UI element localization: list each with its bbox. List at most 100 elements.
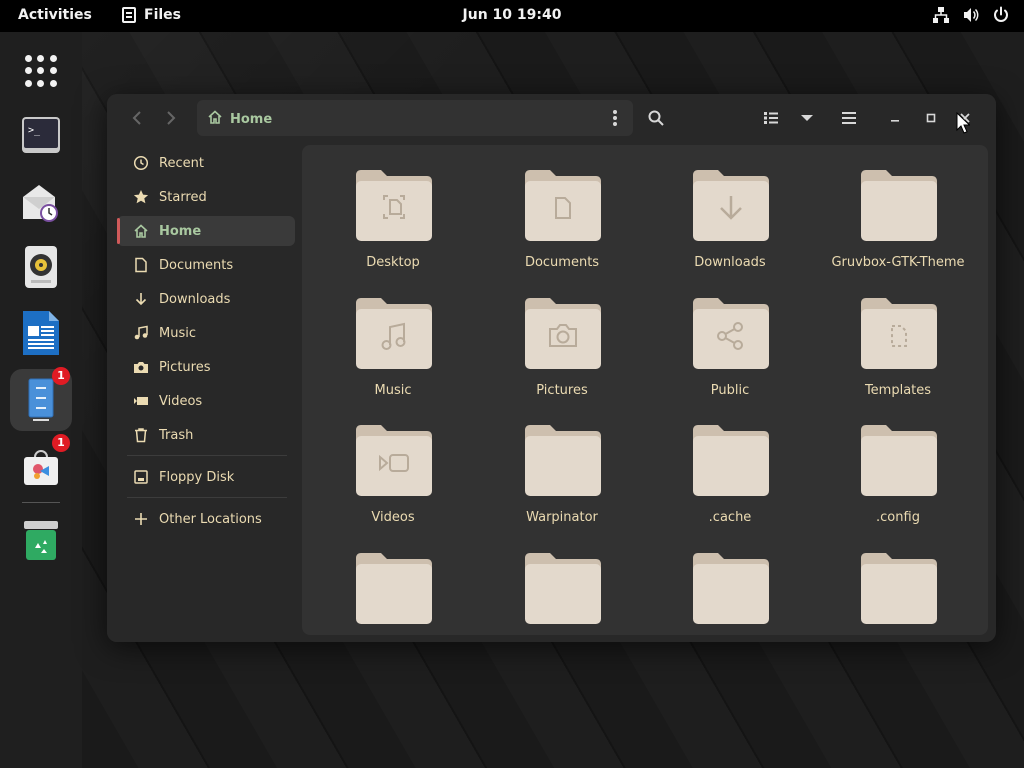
terminal-icon[interactable]: >_ xyxy=(10,104,72,166)
dock-separator xyxy=(22,502,60,503)
document-icon xyxy=(133,257,149,273)
maximize-icon[interactable] xyxy=(919,106,943,130)
back-button[interactable] xyxy=(125,106,149,130)
path-bar[interactable]: Home xyxy=(197,100,633,136)
folder-label: .config xyxy=(876,510,920,525)
folder-icon xyxy=(861,298,937,369)
sidebar-item-downloads[interactable]: Downloads xyxy=(117,284,295,314)
download-icon xyxy=(133,291,149,307)
video-icon xyxy=(133,393,149,409)
sidebar-item-documents[interactable]: Documents xyxy=(117,250,295,280)
file-grid: Desktop Documents Downloads Gruvbox-GTK-The… xyxy=(302,145,988,635)
folder-item[interactable]: Pictures xyxy=(487,273,637,398)
star-icon xyxy=(133,189,149,205)
folder-icon xyxy=(525,553,601,624)
camera-icon xyxy=(133,359,149,375)
folder-item[interactable]: Downloads xyxy=(655,145,805,270)
path-menu-icon[interactable] xyxy=(607,109,623,127)
folder-label: Pictures xyxy=(536,383,588,398)
trash-dock-icon[interactable] xyxy=(10,510,72,572)
sidebar-item-label: Downloads xyxy=(159,291,231,307)
view-options-chevron-icon[interactable] xyxy=(795,106,819,130)
sidebar-item-label: Music xyxy=(159,325,196,341)
sidebar-item-home[interactable]: Home xyxy=(117,216,295,246)
folder-icon xyxy=(693,425,769,496)
list-view-icon[interactable] xyxy=(759,106,783,130)
app-grid-icon[interactable] xyxy=(10,40,72,102)
folder-item[interactable] xyxy=(487,528,637,635)
folder-label: Desktop xyxy=(366,255,420,270)
sidebar-item-label: Recent xyxy=(159,155,204,171)
sidebar-item-floppy-disk[interactable]: Floppy Disk xyxy=(117,462,295,492)
sidebar-separator xyxy=(127,497,287,498)
system-tray[interactable] xyxy=(932,6,1010,24)
sidebar-item-label: Videos xyxy=(159,393,203,409)
folder-icon xyxy=(356,298,432,369)
files-window: Home Recent Starred Home Documents Downl… xyxy=(107,94,996,642)
sidebar-item-starred[interactable]: Starred xyxy=(117,182,295,212)
folder-item[interactable]: Music xyxy=(318,273,468,398)
sidebar-item-label: Documents xyxy=(159,257,234,273)
folder-item[interactable] xyxy=(823,528,973,635)
sidebar-item-label: Trash xyxy=(159,427,194,443)
files-icon[interactable]: 1 xyxy=(10,367,72,431)
home-icon xyxy=(207,109,223,129)
folder-icon xyxy=(861,425,937,496)
folder-item[interactable]: .config xyxy=(823,400,973,525)
sidebar-item-other-locations[interactable]: Other Locations xyxy=(117,504,295,534)
files-badge: 1 xyxy=(52,367,70,385)
folder-icon xyxy=(693,170,769,241)
network-icon[interactable] xyxy=(932,6,950,24)
svg-text:>_: >_ xyxy=(28,125,41,136)
sidebar-item-music[interactable]: Music xyxy=(117,318,295,348)
folder-icon xyxy=(693,553,769,624)
sidebar-item-recent[interactable]: Recent xyxy=(117,148,295,178)
folder-item[interactable]: Public xyxy=(655,273,805,398)
plus-icon xyxy=(133,511,149,527)
hamburger-menu-icon[interactable] xyxy=(837,106,861,130)
search-icon[interactable] xyxy=(644,106,668,130)
folder-item[interactable]: Warpinator xyxy=(487,400,637,525)
folder-label: Public xyxy=(710,383,750,398)
clock[interactable]: Jun 10 19:40 xyxy=(0,7,1024,23)
folder-item[interactable]: Gruvbox-GTK-Theme xyxy=(823,145,973,270)
dock: >_ 1 1 xyxy=(0,32,82,768)
folder-label: Music xyxy=(374,383,412,398)
sidebar-item-trash[interactable]: Trash xyxy=(117,420,295,450)
folder-item[interactable] xyxy=(318,528,468,635)
folder-item[interactable]: Videos xyxy=(318,400,468,525)
sidebar-item-label: Pictures xyxy=(159,359,211,375)
folder-label: Documents xyxy=(524,255,600,270)
software-store-icon[interactable]: 1 xyxy=(10,434,72,498)
sidebar-separator xyxy=(127,455,287,456)
breadcrumb[interactable]: Home xyxy=(207,109,272,129)
top-bar: Activities Files Jun 10 19:40 xyxy=(0,0,1024,32)
sidebar-item-label: Home xyxy=(159,223,202,239)
sidebar-item-videos[interactable]: Videos xyxy=(117,386,295,416)
folder-item[interactable]: .cache xyxy=(655,400,805,525)
sidebar-item-label: Starred xyxy=(159,189,207,205)
folder-item[interactable]: Documents xyxy=(487,145,637,270)
writer-document-icon[interactable] xyxy=(10,302,72,364)
folder-label: .cache xyxy=(708,510,752,525)
music-icon xyxy=(133,325,149,341)
header-bar: Home xyxy=(107,94,996,142)
folder-icon xyxy=(356,170,432,241)
power-icon[interactable] xyxy=(992,6,1010,24)
folder-icon xyxy=(861,553,937,624)
forward-button[interactable] xyxy=(159,106,183,130)
clock-icon xyxy=(133,155,149,171)
folder-icon xyxy=(356,553,432,624)
folder-item[interactable]: Templates xyxy=(823,273,973,398)
home-icon xyxy=(133,223,149,239)
folder-item[interactable] xyxy=(655,528,805,635)
volume-icon[interactable] xyxy=(962,6,980,24)
folder-icon xyxy=(525,298,601,369)
sidebar-item-pictures[interactable]: Pictures xyxy=(117,352,295,382)
minimize-icon[interactable] xyxy=(883,106,907,130)
music-player-icon[interactable] xyxy=(10,236,72,298)
disk-icon xyxy=(133,469,149,485)
folder-icon xyxy=(525,170,601,241)
mail-clock-icon[interactable] xyxy=(10,172,72,234)
folder-item[interactable]: Desktop xyxy=(318,145,468,270)
